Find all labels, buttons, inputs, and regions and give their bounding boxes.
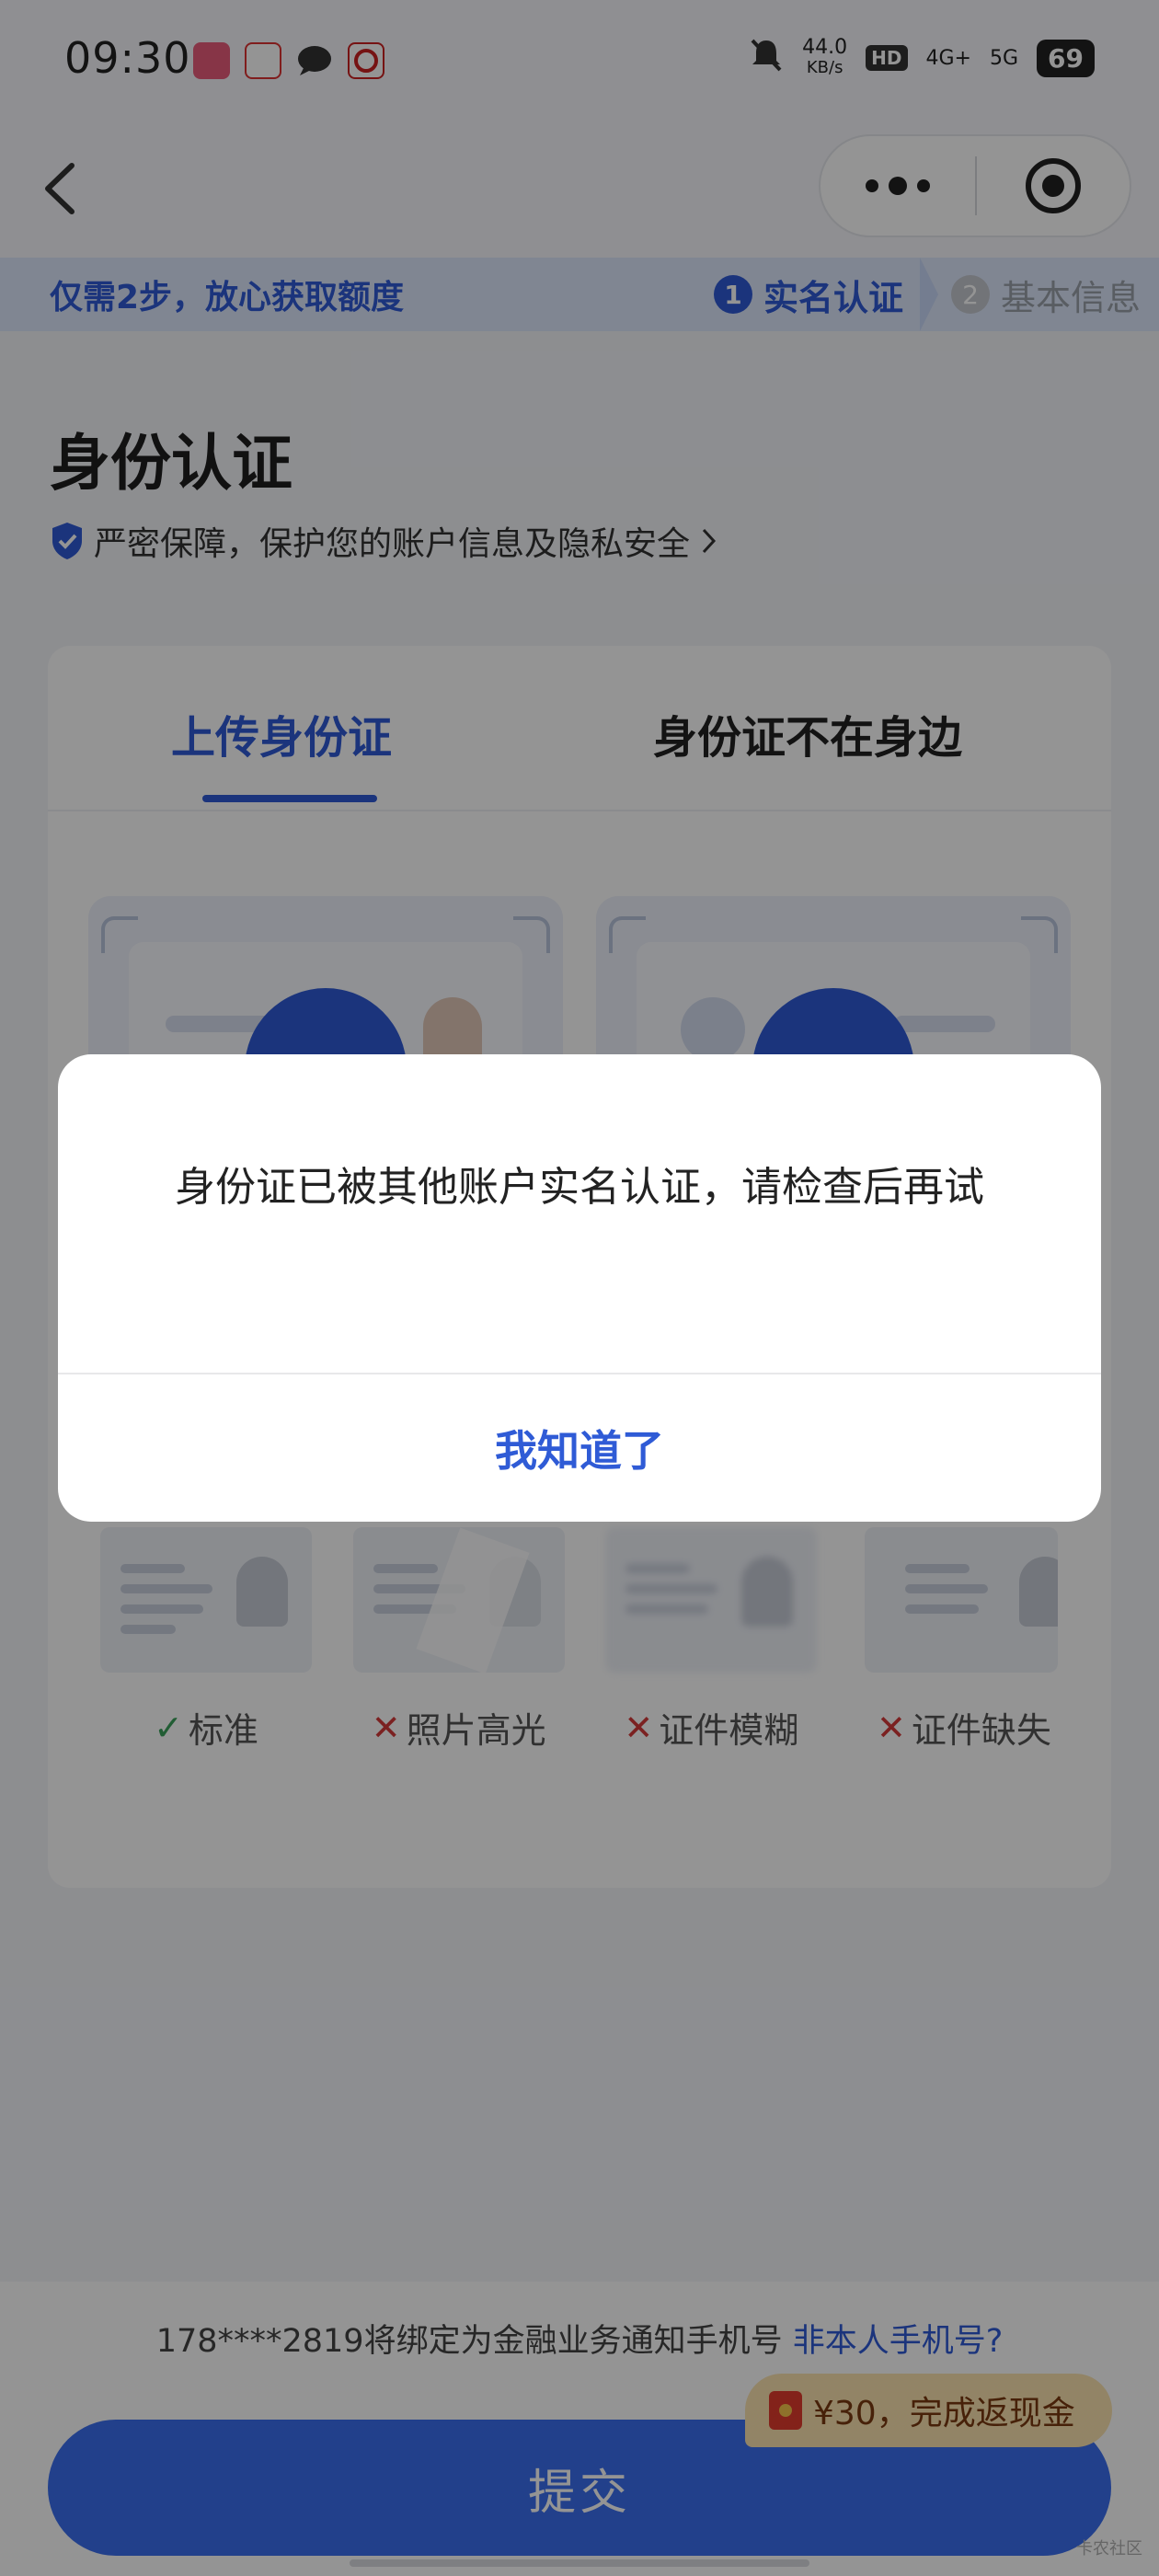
alert-dialog: 身份证已被其他账户实名认证，请检查后再试 我知道了 bbox=[58, 1054, 1101, 1522]
dialog-confirm-button[interactable]: 我知道了 bbox=[58, 1374, 1101, 1522]
watermark: 卡农社区 bbox=[1076, 2539, 1142, 2559]
dialog-message: 身份证已被其他账户实名认证，请检查后再试 bbox=[175, 1164, 984, 1211]
